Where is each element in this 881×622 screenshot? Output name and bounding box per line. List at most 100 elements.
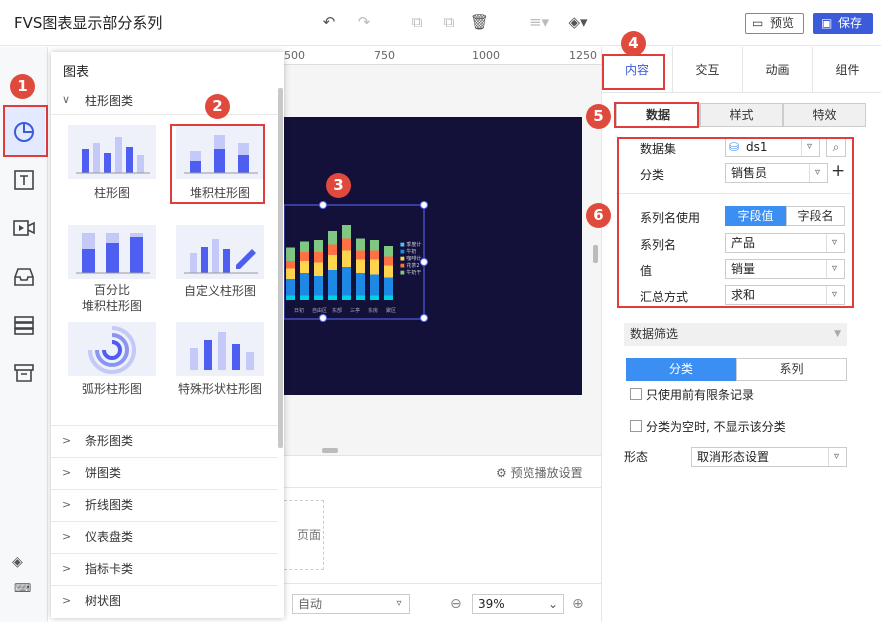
filter-tab-series[interactable]: 系列: [736, 358, 847, 381]
resize-handle[interactable]: [420, 314, 428, 322]
zoom-select[interactable]: 39% ⌄: [472, 594, 564, 614]
chevron-right-icon: >: [62, 498, 72, 511]
filter-tab-category[interactable]: 分类: [626, 358, 736, 381]
special-shape-column-label: 特殊形状柱形图: [177, 382, 262, 396]
badge-5: 5: [586, 104, 611, 129]
ruler-mark: 500: [284, 49, 305, 62]
zoom-in-icon[interactable]: ⊕: [572, 596, 584, 612]
bar-segment: [328, 231, 337, 245]
save-label: 保存: [838, 16, 863, 30]
category-label: 仪表盘类: [85, 530, 134, 544]
category-column-title[interactable]: 柱形图类: [85, 92, 133, 109]
ruler-mark: 750: [374, 49, 395, 62]
gear-icon: ⚙: [496, 466, 507, 480]
category-pie[interactable]: > 饼图类: [51, 457, 278, 488]
category-kpi-card[interactable]: > 指标卡类: [51, 553, 278, 584]
keyboard-icon[interactable]: ⌨: [14, 581, 31, 595]
vertical-scrollbar[interactable]: [593, 245, 598, 263]
chevron-down-icon: ▿: [396, 598, 402, 609]
subtab-style[interactable]: 样式: [700, 103, 783, 127]
bar-segment: [342, 267, 351, 296]
data-filter-header[interactable]: 数据筛选 ▼: [624, 323, 847, 346]
special-shape-column-thumb[interactable]: [176, 322, 264, 376]
bar-segment: [356, 259, 365, 273]
bar-segment: [328, 244, 337, 255]
bar-segment: [328, 255, 337, 270]
top-bar: FVS图表显示部分系列 ↶ ↷ ⧉ ⧉ 🗑 ≡▾ ◈▾ ▭ 预览 ▣ 保存: [0, 0, 881, 46]
chevron-right-icon: >: [62, 466, 72, 479]
server-icon[interactable]: [12, 313, 36, 337]
chevron-right-icon: >: [62, 562, 72, 575]
resize-handle[interactable]: [319, 201, 327, 209]
x-label: 自由区: [312, 308, 328, 314]
bar-segment: [370, 259, 379, 275]
custom-column-chart-label: 自定义柱形图: [183, 284, 256, 298]
bar-segment: [342, 225, 351, 239]
data-filter-label: 数据筛选: [630, 327, 679, 341]
resize-handle[interactable]: [319, 314, 327, 322]
bar-segment: [370, 274, 379, 296]
only-top-checkbox[interactable]: [630, 388, 642, 400]
inbox-icon[interactable]: [12, 265, 36, 289]
paste-icon[interactable]: ⧉: [440, 13, 458, 31]
category-gauge[interactable]: > 仪表盘类: [51, 521, 278, 552]
delete-icon[interactable]: 🗑: [470, 13, 489, 31]
layer-icon[interactable]: ◈▾: [565, 13, 591, 31]
x-label: 东部: [332, 308, 343, 314]
category-bar[interactable]: > 条形图类: [51, 425, 278, 456]
x-label: 东房: [368, 308, 379, 314]
video-icon[interactable]: [12, 216, 36, 240]
legend-item: 季度计: [406, 242, 422, 248]
category-line[interactable]: > 折线图类: [51, 489, 278, 520]
percent-stacked-column-label: 百分比 堆积柱形图: [81, 283, 142, 313]
divider: [284, 487, 601, 488]
save-icon: ▣: [821, 16, 833, 30]
tab-interaction[interactable]: 交互: [672, 47, 742, 93]
category-tree[interactable]: > 树状图: [51, 585, 278, 616]
x-label: 聚区: [386, 308, 397, 314]
tab-component[interactable]: 组件: [812, 47, 881, 93]
copy-icon[interactable]: ⧉: [408, 13, 426, 31]
shape-label: 形态: [624, 450, 649, 464]
bar-segment: [384, 295, 393, 300]
bar-segment: [286, 279, 295, 296]
mode-select[interactable]: 自动 ▿: [292, 594, 410, 614]
undo-icon[interactable]: ↶: [320, 13, 338, 31]
resize-handle[interactable]: [420, 258, 428, 266]
bar-segment: [314, 276, 323, 296]
chevron-right-icon: >: [62, 530, 72, 543]
chevron-right-icon: >: [62, 434, 72, 447]
shape-select[interactable]: 取消形态设置 ▿: [691, 447, 847, 467]
chevron-down-icon[interactable]: ∨: [62, 93, 70, 106]
column-chart-thumb[interactable]: [68, 125, 156, 179]
panel-scrollbar[interactable]: [278, 88, 283, 448]
percent-stacked-column-thumb[interactable]: [68, 225, 156, 279]
subtab-effect[interactable]: 特效: [783, 103, 866, 127]
bar-segment: [370, 250, 379, 260]
x-label: 三亭: [350, 308, 361, 314]
arc-column-chart-thumb[interactable]: [68, 322, 156, 376]
layers-icon[interactable]: ◈: [12, 554, 23, 570]
legend-item: 花茶2: [406, 263, 420, 269]
text-icon[interactable]: [12, 168, 36, 192]
tab-animation[interactable]: 动画: [742, 47, 812, 93]
chevron-right-icon: >: [62, 594, 72, 607]
ruler-mark: 1000: [472, 49, 500, 62]
chart-legend: ■ 季度计 ■ 牛奶 ■ 咖啡计 ■ 花茶2 ■ 牛奶干: [400, 242, 422, 276]
page-thumbnail[interactable]: 页面: [284, 500, 324, 570]
bar-segment: [300, 261, 309, 273]
preview-play-setting[interactable]: ⚙ 预览播放设置: [496, 464, 583, 481]
save-button[interactable]: ▣ 保存: [813, 13, 873, 34]
caret-down-icon: ▼: [834, 329, 841, 339]
preview-button[interactable]: ▭ 预览: [745, 13, 804, 34]
hide-empty-checkbox[interactable]: [630, 420, 642, 432]
zoom-out-icon[interactable]: ⊖: [450, 596, 462, 612]
archive-icon[interactable]: [12, 361, 36, 385]
align-icon[interactable]: ≡▾: [526, 13, 552, 31]
bar-segment: [300, 295, 309, 300]
redo-icon[interactable]: ↷: [355, 13, 373, 31]
bar-segment: [356, 273, 365, 296]
custom-column-chart-thumb[interactable]: [176, 225, 264, 279]
resize-handle[interactable]: [420, 201, 428, 209]
horizontal-scrollbar[interactable]: [322, 448, 338, 453]
